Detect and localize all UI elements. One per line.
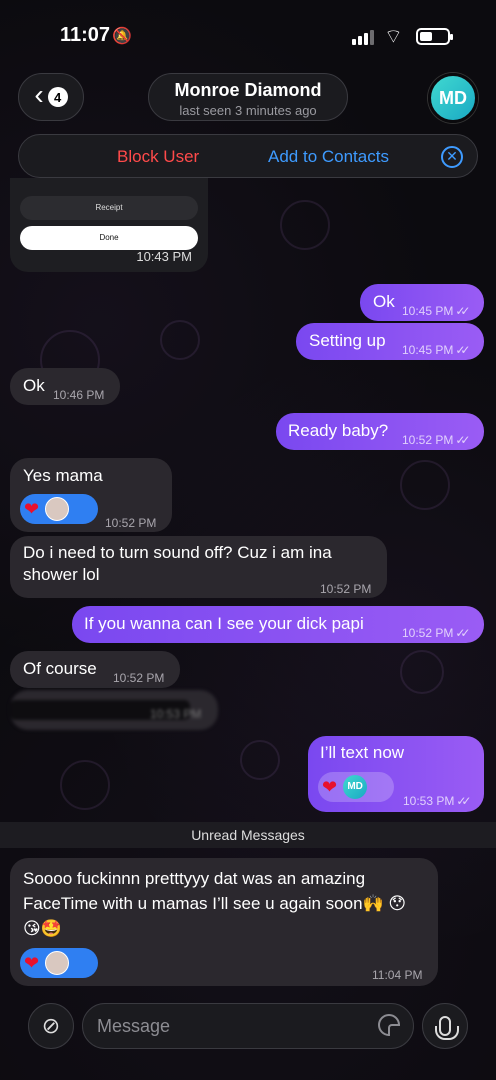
message-time: 10:52 PM	[113, 671, 165, 685]
wallpaper-doodle	[400, 650, 444, 694]
wallpaper-doodle	[400, 460, 450, 510]
wallpaper-doodle	[60, 760, 110, 810]
wifi-icon: ⌔	[384, 26, 403, 48]
message-input[interactable]	[82, 1003, 414, 1049]
signal-icon	[352, 30, 374, 45]
message-text: Ok	[23, 376, 45, 395]
message-bubble-outgoing[interactable]: I’ll text now ❤ MD 10:53 PM ✓✓	[308, 736, 484, 812]
receipt-label: Receipt	[20, 196, 198, 220]
reactor-avatar	[45, 951, 70, 975]
message-time: 10:53 PM	[403, 794, 455, 808]
read-ticks-icon: ✓✓	[455, 433, 470, 447]
contact-name: Monroe Diamond	[174, 80, 322, 100]
message-bubble-redacted[interactable]: 10:53 PM	[10, 690, 218, 730]
done-label: Done	[20, 226, 198, 250]
bell-slash-icon: 🔕	[112, 28, 132, 45]
message-time: 10:46 PM	[53, 388, 105, 402]
wallpaper-doodle	[160, 320, 200, 360]
clock: 11:07	[60, 24, 111, 46]
message-meta: 10:53 PM ✓✓	[403, 790, 472, 812]
message-time: 10:43 PM	[136, 249, 192, 264]
attach-button[interactable]: ⊘	[28, 1003, 74, 1049]
wallpaper-doodle	[280, 200, 330, 250]
message-meta: 10:45 PM ✓✓	[402, 339, 471, 361]
close-icon[interactable]: ✕	[441, 146, 463, 168]
message-bubble-outgoing[interactable]: If you wanna can I see your dick papi 10…	[72, 606, 484, 643]
message-text: Yes mama	[23, 466, 103, 485]
message-time: 11:04 PM	[372, 968, 423, 982]
add-to-contacts-button[interactable]: Add to Contacts	[268, 147, 389, 167]
message-time: 10:53 PM	[150, 707, 202, 721]
unread-messages-divider: Unread Messages	[0, 822, 496, 848]
read-ticks-icon: ✓✓	[455, 626, 470, 640]
message-text: Of course	[23, 659, 97, 678]
message-text: Soooo fuckinnn pretttyyy dat was an amaz…	[23, 869, 407, 938]
message-bubble-incoming[interactable]: Ok 10:46 PM	[10, 368, 120, 405]
chevron-left-icon: ‹	[34, 79, 44, 110]
read-ticks-icon: ✓✓	[456, 794, 471, 808]
wallpaper-doodle	[240, 740, 280, 780]
message-time: 10:45 PM	[402, 304, 454, 318]
battery-icon	[416, 28, 453, 45]
message-time: 10:52 PM	[105, 516, 157, 530]
contact-action-bar: Block User Add to Contacts ✕	[18, 134, 478, 178]
message-text: I’ll text now	[320, 743, 405, 762]
unread-count-badge: 4	[47, 87, 68, 107]
message-bubble-outgoing[interactable]: Ready baby? 10:52 PM ✓✓	[276, 413, 484, 450]
message-time: 10:52 PM	[402, 433, 454, 447]
heart-reaction-icon: ❤	[24, 499, 40, 519]
message-meta: 10:52 PM ✓✓	[402, 429, 471, 451]
back-button[interactable]: ‹ 4	[18, 73, 84, 121]
heart-reaction-icon: ❤	[322, 777, 338, 797]
receipt-screenshot-message[interactable]: Receipt Done 10:43 PM	[10, 178, 208, 272]
message-bubble-incoming[interactable]: Of course 10:52 PM	[10, 651, 180, 688]
message-time: 10:45 PM	[402, 343, 454, 357]
reaction-chip[interactable]: ❤	[20, 494, 98, 524]
message-text: Ok	[373, 292, 395, 311]
heart-reaction-icon: ❤	[24, 953, 40, 973]
status-bar: 11:07 🔕 ⌔	[0, 0, 496, 64]
message-time: 10:52 PM	[402, 626, 454, 640]
message-text: Setting up	[309, 331, 386, 350]
message-bubble-outgoing[interactable]: Setting up 10:45 PM ✓✓	[296, 323, 484, 360]
message-meta: 10:45 PM ✓✓	[402, 300, 471, 322]
read-ticks-icon: ✓✓	[455, 304, 470, 318]
sticker-icon[interactable]	[378, 1014, 400, 1036]
contact-avatar[interactable]: MD	[428, 73, 478, 123]
reactor-avatar	[45, 497, 70, 521]
chat-title[interactable]: Monroe Diamond last seen 3 minutes ago	[148, 73, 348, 121]
message-meta: 10:52 PM ✓✓	[402, 622, 471, 644]
paperclip-icon: ⊘	[41, 1013, 61, 1038]
message-text: Ready baby?	[288, 421, 389, 440]
message-bubble-incoming[interactable]: Soooo fuckinnn pretttyyy dat was an amaz…	[10, 858, 438, 986]
block-user-button[interactable]: Block User	[117, 147, 199, 167]
voice-record-button[interactable]	[422, 1003, 468, 1049]
message-bubble-outgoing[interactable]: Ok 10:45 PM ✓✓	[360, 284, 484, 321]
message-bubble-incoming[interactable]: Yes mama ❤ 10:52 PM	[10, 458, 172, 532]
last-seen-status: last seen 3 minutes ago	[179, 103, 317, 118]
message-bubble-incoming[interactable]: Do i need to turn sound off? Cuz i am in…	[10, 536, 387, 598]
reaction-chip[interactable]: ❤ MD	[318, 772, 394, 802]
message-text: If you wanna can I see your dick papi	[84, 614, 364, 633]
reactor-avatar: MD	[343, 775, 368, 799]
microphone-icon	[435, 1016, 459, 1040]
read-ticks-icon: ✓✓	[455, 343, 470, 357]
message-time: 10:52 PM	[320, 582, 372, 596]
reaction-chip[interactable]: ❤	[20, 948, 98, 978]
